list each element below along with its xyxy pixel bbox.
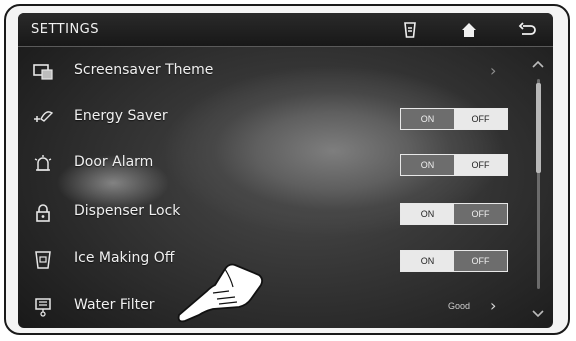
scroll-thumb[interactable]: [536, 83, 541, 173]
setting-label: Dispenser Lock: [74, 203, 181, 219]
toggle-on-option[interactable]: ON: [401, 251, 454, 271]
setting-label: Water Filter: [74, 297, 155, 313]
title-bar: SETTINGS: [18, 13, 553, 47]
home-icon[interactable]: [459, 20, 479, 40]
setting-row-dispenser-lock: Dispenser Lock ON OFF: [18, 190, 526, 234]
toggle-off-option[interactable]: OFF: [454, 109, 507, 129]
ice-making-icon: [35, 251, 51, 269]
toggle-on-option[interactable]: ON: [401, 109, 454, 129]
toggle-off-option[interactable]: OFF: [454, 251, 507, 271]
chevron-right-icon: ›: [490, 296, 497, 315]
setting-row-energy-saver: Energy Saver ON OFF: [18, 95, 526, 139]
energy-saver-icon: [34, 111, 54, 122]
setting-label: Door Alarm: [74, 154, 154, 170]
energy-saver-toggle[interactable]: ON OFF: [400, 108, 508, 130]
toggle-on-option[interactable]: ON: [401, 155, 454, 175]
setting-row-ice-making-off: Ice Making Off ON OFF: [18, 237, 526, 281]
back-icon[interactable]: [517, 20, 537, 40]
scrollbar[interactable]: [528, 55, 548, 325]
setting-label: Ice Making Off: [74, 250, 175, 266]
setting-label: Energy Saver: [74, 108, 168, 124]
toggle-off-option[interactable]: OFF: [454, 204, 507, 224]
setting-label: Screensaver Theme: [74, 62, 214, 78]
settings-screen: SETTINGS Screensaver Theme › Energy Save…: [18, 13, 553, 328]
cup-icon[interactable]: [400, 20, 420, 40]
screensaver-icon: [33, 64, 53, 80]
setting-row-door-alarm: Door Alarm ON OFF: [18, 141, 526, 185]
door-alarm-icon: [34, 155, 52, 171]
filter-status: Good: [448, 301, 471, 311]
water-filter-icon: [35, 298, 51, 317]
pointing-hand-icon: [177, 263, 264, 323]
door-alarm-toggle[interactable]: ON OFF: [400, 154, 508, 176]
scroll-down-icon[interactable]: [531, 309, 545, 319]
page-title: SETTINGS: [31, 22, 100, 37]
toggle-off-option[interactable]: OFF: [454, 155, 507, 175]
scroll-up-icon[interactable]: [531, 59, 545, 69]
dispenser-lock-toggle[interactable]: ON OFF: [400, 203, 508, 225]
ice-making-toggle[interactable]: ON OFF: [400, 250, 508, 272]
lock-icon: [36, 204, 50, 222]
setting-row-screensaver-theme[interactable]: Screensaver Theme ›: [18, 49, 526, 93]
setting-row-water-filter[interactable]: Water Filter Good ›: [18, 284, 526, 328]
chevron-right-icon: ›: [490, 61, 497, 80]
toggle-on-option[interactable]: ON: [401, 204, 454, 224]
